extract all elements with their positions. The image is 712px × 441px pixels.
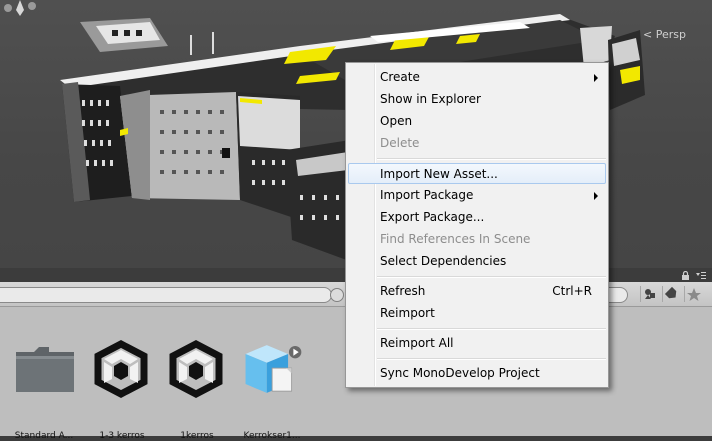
menu-item-label: Sync MonoDevelop Project [380, 366, 540, 380]
favorites-star-icon[interactable] [684, 286, 703, 302]
search-icon[interactable] [330, 288, 344, 302]
menu-item-reimport[interactable]: Reimport [348, 303, 606, 324]
menu-item-label: Show in Explorer [380, 92, 481, 106]
menu-item-label: Export Package... [380, 210, 485, 224]
menu-item-label: Reimport [380, 306, 435, 320]
menu-item-find-references[interactable]: Find References In Scene [348, 229, 606, 250]
menu-item-label: Reimport All [380, 336, 454, 350]
menu-item-open[interactable]: Open [348, 111, 606, 132]
menu-separator [377, 358, 606, 360]
model-prefab-icon [245, 345, 302, 393]
context-menu: Create Show in Explorer Open Delete Impo… [345, 62, 609, 388]
menu-item-reimport-all[interactable]: Reimport All [348, 333, 606, 354]
search-input[interactable] [0, 287, 332, 303]
menu-separator [377, 328, 606, 330]
menu-item-label: Delete [380, 136, 420, 150]
menu-item-export-package[interactable]: Export Package... [348, 207, 606, 228]
folder-icon [16, 347, 74, 392]
menu-item-import-new-asset[interactable]: Import New Asset... [348, 163, 606, 184]
panel-menu-icon[interactable] [696, 271, 706, 280]
asset-label: Kerrokser1... [243, 431, 301, 441]
menu-item-label: Select Dependencies [380, 254, 507, 268]
unity-scene-icon [94, 340, 148, 398]
menu-item-sync-monodevelop[interactable]: Sync MonoDevelop Project [348, 363, 606, 384]
asset-label: Standard A... [14, 431, 74, 441]
menu-item-select-dependencies[interactable]: Select Dependencies [348, 251, 606, 272]
lock-icon[interactable] [681, 271, 690, 280]
asset-label: 1kerros [180, 431, 214, 441]
orientation-gizmo-icon[interactable] [0, 0, 40, 22]
menu-item-label: Open [380, 114, 413, 128]
menu-item-create[interactable]: Create [348, 67, 606, 88]
filter-by-type-icon[interactable] [640, 286, 659, 302]
menu-item-label: Import New Asset... [380, 167, 498, 181]
menu-item-delete[interactable]: Delete [348, 133, 606, 154]
menu-item-label: Find References In Scene [380, 232, 531, 246]
menu-separator [377, 276, 606, 278]
menu-item-label: Import Package [380, 188, 474, 202]
submenu-arrow-icon [594, 74, 598, 82]
filter-by-label-icon[interactable] [662, 286, 681, 302]
menu-item-shortcut: Ctrl+R [552, 284, 592, 298]
menu-item-show-in-explorer[interactable]: Show in Explorer [348, 89, 606, 110]
menu-separator [377, 158, 606, 160]
menu-item-label: Refresh [380, 284, 426, 298]
projection-label[interactable]: < Persp [643, 28, 686, 41]
asset-label: 1-3 kerros [99, 431, 145, 441]
menu-item-label: Create [380, 70, 420, 84]
menu-item-refresh[interactable]: Refresh Ctrl+R [348, 281, 606, 302]
menu-item-import-package[interactable]: Import Package [348, 185, 606, 206]
unity-scene-icon [169, 340, 223, 398]
submenu-arrow-icon [594, 192, 598, 200]
